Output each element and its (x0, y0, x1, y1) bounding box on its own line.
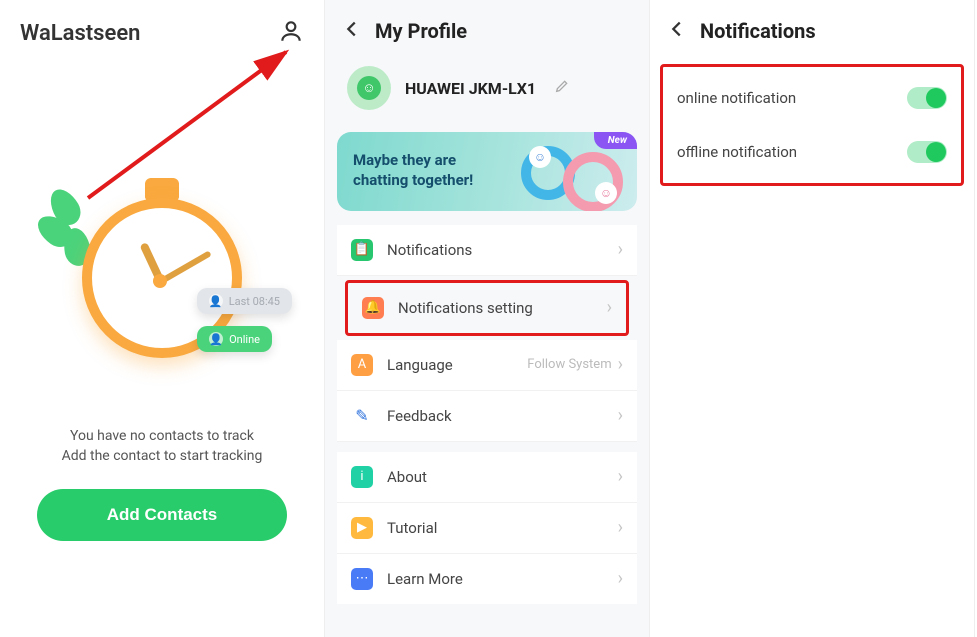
profile-screen: My Profile ☺ HUAWEI JKM-LX1 New Maybe th… (325, 0, 650, 637)
add-contacts-button[interactable]: Add Contacts (37, 489, 287, 541)
clock-illustration: 👤 Last 08:45 👤 Online (0, 188, 324, 398)
new-badge: New (594, 132, 637, 149)
settings-item-label: Notifications setting (398, 299, 607, 317)
promo-banner[interactable]: New Maybe they are chatting together! ☺ … (337, 132, 637, 211)
settings-item-tutorial[interactable]: ▶ Tutorial › (337, 503, 637, 554)
highlight-notifications-setting: 🔔 Notifications setting › (345, 280, 629, 336)
notifications-screen: Notifications online notification offlin… (650, 0, 975, 637)
notifications-icon: 📋 (351, 239, 373, 261)
tutorial-icon: ▶ (351, 517, 373, 539)
language-icon: A (351, 354, 373, 376)
settings-item-label: Learn More (387, 570, 618, 588)
chevron-right-icon: › (618, 568, 623, 589)
notifications-header: Notifications (650, 0, 974, 58)
settings-item-feedback[interactable]: ✎ Feedback › (337, 391, 637, 442)
notification-label: online notification (677, 89, 796, 107)
bell-icon: 🔔 (362, 297, 384, 319)
toggle-online-notification[interactable] (907, 87, 947, 109)
settings-item-label: About (387, 468, 618, 486)
chevron-right-icon: › (618, 466, 623, 487)
settings-item-hint: Follow System (527, 357, 611, 372)
settings-item-label: Language (387, 356, 527, 374)
chevron-right-icon: › (618, 517, 623, 538)
feedback-icon: ✎ (351, 405, 373, 427)
home-screen: WaLastseen 👤 La (0, 0, 325, 637)
settings-item-label: Notifications (387, 241, 618, 259)
online-badge: 👤 Online (197, 326, 272, 352)
profile-identity: ☺ HUAWEI JKM-LX1 (325, 58, 649, 128)
profile-header: My Profile (325, 0, 649, 58)
page-title: My Profile (375, 19, 467, 43)
highlight-notification-toggles: online notification offline notification (660, 64, 964, 186)
profile-icon[interactable] (278, 18, 304, 48)
chevron-right-icon: › (618, 405, 623, 426)
chevron-right-icon: › (618, 239, 623, 260)
settings-item-label: Tutorial (387, 519, 618, 537)
toggle-offline-notification[interactable] (907, 141, 947, 163)
learn-more-icon: ⋯ (351, 568, 373, 590)
edit-name-icon[interactable] (550, 78, 570, 98)
settings-item-label: Feedback (387, 407, 618, 425)
settings-item-language[interactable]: A Language Follow System › (337, 340, 637, 391)
about-icon: i (351, 466, 373, 488)
chevron-right-icon: › (607, 297, 612, 318)
page-title: Notifications (700, 19, 816, 43)
avatar: ☺ (347, 66, 391, 110)
last-seen-badge: 👤 Last 08:45 (197, 288, 292, 314)
app-title: WaLastseen (20, 21, 140, 46)
settings-item-about[interactable]: i About › (337, 452, 637, 503)
notification-row-offline: offline notification (663, 125, 961, 179)
notification-label: offline notification (677, 143, 797, 161)
settings-item-notifications-setting[interactable]: 🔔 Notifications setting › (348, 283, 626, 333)
back-icon[interactable] (666, 18, 688, 44)
chevron-right-icon: › (618, 354, 623, 375)
home-header: WaLastseen (0, 0, 324, 58)
settings-item-learn-more[interactable]: ⋯ Learn More › (337, 554, 637, 604)
notification-row-online: online notification (663, 71, 961, 125)
device-name: HUAWEI JKM-LX1 (405, 79, 536, 98)
empty-state-message: You have no contacts to track Add the co… (0, 426, 324, 467)
back-icon[interactable] (341, 18, 363, 44)
settings-item-notifications[interactable]: 📋 Notifications › (337, 225, 637, 276)
